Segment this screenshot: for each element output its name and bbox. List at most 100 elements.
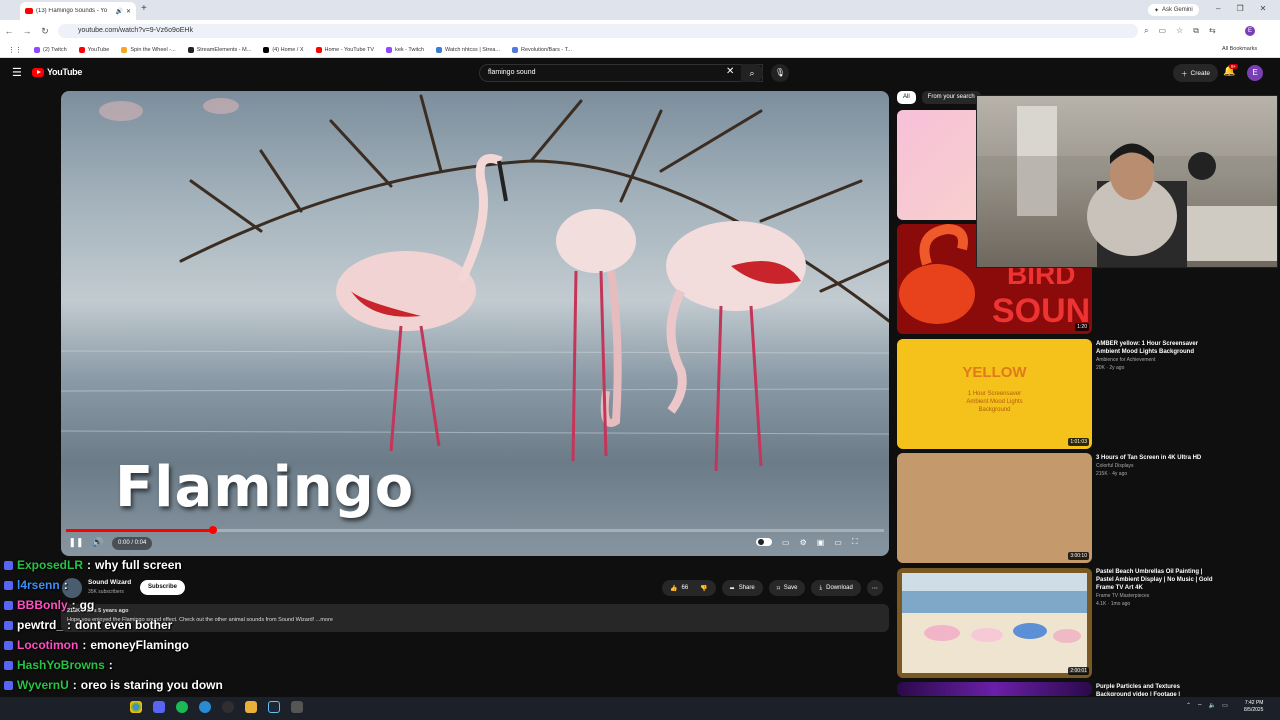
recommendation-thumbnail[interactable]: 2:00:01 — [897, 568, 1092, 678]
browser-profile-avatar[interactable]: E — [1245, 26, 1255, 36]
channel-name[interactable]: Sound Wizard — [88, 579, 131, 586]
network-icon[interactable]: ⌔ — [1197, 702, 1203, 710]
bookmark-item[interactable]: StreamElements - M... — [187, 46, 251, 53]
bookmark-item[interactable]: Revolution/Bars - T... — [512, 46, 572, 53]
volume-icon[interactable]: 🔊 — [92, 537, 103, 548]
bookmark-favicon-icon — [512, 46, 519, 53]
subscribe-button[interactable]: Subscribe — [140, 580, 186, 595]
recommendation-meta[interactable]: Purple Particles and Textures Background… — [1096, 683, 1216, 696]
bookmark-item[interactable]: (2) Twitch — [34, 46, 67, 53]
bookmark-item[interactable]: YouTube — [78, 46, 110, 53]
miniplayer-icon[interactable]: ▣ — [817, 538, 825, 547]
recommendation-channel[interactable]: Colorful Displays — [1096, 463, 1216, 470]
extensions-icon[interactable]: ⧉ — [1193, 26, 1199, 36]
recommendation-channel[interactable]: Ambience for Achievement — [1096, 357, 1216, 364]
video-duration: 2:00:01 — [1068, 667, 1089, 675]
recommendation-channel[interactable]: Frame TV Masterpieces — [1096, 593, 1216, 600]
explorer-icon[interactable] — [245, 701, 257, 713]
settings-app-icon[interactable] — [291, 701, 303, 713]
chat-badge-icon — [4, 660, 13, 670]
recommendation-meta[interactable]: Pastel Beach Umbrellas Oil Painting | Pa… — [1096, 568, 1216, 608]
chat-message: Locotimon: emoneyFlamingo — [4, 638, 189, 652]
captions-icon[interactable]: ▭ — [782, 538, 790, 547]
cast-icon[interactable]: ▭ — [1158, 26, 1166, 36]
bookmark-item[interactable]: kek - Twitch — [386, 46, 424, 53]
bookmark-star-icon[interactable]: ☆ — [1176, 26, 1183, 36]
steam-icon[interactable] — [268, 701, 280, 713]
clear-search-icon[interactable]: ✕ — [726, 66, 734, 77]
chat-badge-icon — [4, 680, 13, 690]
bookmark-label: YouTube — [87, 46, 110, 53]
browser-tab-active[interactable]: (13) Flamingo Sounds - Yo 🔊 ✕ — [20, 2, 136, 20]
speaker-icon[interactable]: 🔊 — [115, 8, 122, 15]
settings-gear-icon[interactable]: ⚙ — [800, 538, 807, 547]
all-bookmarks-button[interactable]: All Bookmarks — [1222, 46, 1257, 52]
voice-search-button[interactable]: 🎙 — [771, 64, 789, 82]
recommendation-title[interactable]: Purple Particles and Textures Background… — [1096, 683, 1216, 696]
speaker-tray-icon[interactable]: 🔈 — [1209, 702, 1216, 710]
chat-badge-icon — [4, 640, 13, 650]
more-actions-button[interactable]: ⋯ — [866, 580, 883, 596]
thumbs-down-icon[interactable]: 👎 — [700, 585, 707, 592]
filter-chip[interactable]: All — [897, 91, 916, 104]
discord-icon[interactable] — [153, 701, 165, 713]
ask-gemini-button[interactable]: ✦ Ask Gemini — [1148, 4, 1199, 16]
address-bar[interactable]: youtube.com/watch?v=9-Vz6o9oEHk — [58, 24, 1138, 38]
chevron-up-icon[interactable]: ⌃ — [1186, 702, 1191, 710]
chat-separator: : — [87, 558, 92, 572]
youtube-logo[interactable]: YouTube — [32, 67, 82, 77]
recommendation-thumbnail[interactable]: YELLOW 1 Hour Screensaver Ambient Mood L… — [897, 339, 1092, 449]
fullscreen-icon[interactable]: ⛶ — [852, 537, 858, 547]
video-overlay-title: Flamingo — [115, 455, 415, 520]
new-tab-button[interactable]: + — [141, 3, 147, 14]
chat-separator: : — [67, 618, 72, 632]
bookmark-item[interactable]: Home - YouTube TV — [315, 46, 375, 53]
zoom-icon[interactable]: ⌕ — [1144, 26, 1148, 36]
chat-username: Locotimon — [17, 638, 79, 652]
pause-icon[interactable]: ❚❚ — [68, 537, 84, 551]
bookmark-item[interactable]: Watch nhtcss | Strea... — [436, 46, 500, 53]
create-button[interactable]: ＋ Create — [1173, 64, 1219, 82]
bookmark-item[interactable]: Spin the Wheel -... — [121, 46, 176, 53]
share-icon: ➦ — [729, 585, 735, 592]
youtube-logo-text: YouTube — [47, 67, 83, 77]
search-input[interactable]: flamingo sound — [479, 64, 763, 82]
forward-icon[interactable]: → — [18, 26, 36, 36]
search-button[interactable]: ⌕ — [741, 64, 763, 82]
reload-icon[interactable]: ↻ — [36, 26, 54, 37]
theater-mode-icon[interactable]: ▭ — [834, 538, 842, 547]
hamburger-menu-icon[interactable]: ☰ — [12, 66, 22, 79]
close-window-icon[interactable]: ✕ — [1260, 4, 1267, 13]
recommendation-title[interactable]: Pastel Beach Umbrellas Oil Painting | Pa… — [1096, 568, 1216, 592]
edge-icon[interactable] — [199, 701, 211, 713]
autoplay-toggle[interactable] — [756, 538, 772, 546]
recommendation-thumbnail[interactable] — [897, 682, 1092, 696]
back-icon[interactable]: ← — [0, 26, 18, 36]
bookmark-item[interactable]: (4) Home / X — [263, 46, 304, 53]
share-button[interactable]: ➦ Share — [721, 580, 763, 596]
recommendation-title[interactable]: 3 Hours of Tan Screen in 4K Ultra HD — [1096, 454, 1216, 462]
apps-icon[interactable]: ⋮⋮ — [8, 46, 22, 54]
taskbar-clock[interactable]: 7:42 PM 8/5/2025 — [1244, 700, 1263, 714]
bookmark-label: Home - YouTube TV — [324, 46, 375, 53]
filter-chip[interactable]: From your search — [921, 91, 981, 104]
youtube-profile-avatar[interactable]: E — [1247, 65, 1263, 81]
like-button[interactable]: 👍 66 👎 — [662, 580, 716, 596]
recommendation-meta[interactable]: AMBER yellow: 1 Hour Screensaver Ambient… — [1096, 340, 1216, 372]
recommendation-thumbnail[interactable]: 3:00:10 — [897, 453, 1092, 563]
reading-icon[interactable]: ⇆ — [1209, 26, 1216, 36]
save-button[interactable]: ⌑ Save — [768, 580, 806, 596]
obs-icon[interactable] — [222, 701, 234, 713]
spotify-icon[interactable] — [176, 701, 188, 713]
streamer-webcam-image — [977, 106, 1277, 267]
chrome-icon[interactable] — [130, 701, 142, 713]
download-button[interactable]: ⤓ Download — [811, 580, 861, 596]
close-tab-icon[interactable]: ✕ — [126, 8, 131, 15]
recommendation-meta[interactable]: 3 Hours of Tan Screen in 4K Ultra HD Col… — [1096, 454, 1216, 478]
maximize-icon[interactable]: ❐ — [1236, 4, 1243, 13]
minimize-icon[interactable]: – — [1216, 4, 1220, 13]
battery-icon[interactable]: ▭ — [1222, 702, 1228, 710]
progress-scrubber-handle[interactable] — [209, 526, 217, 534]
ask-gemini-label: Ask Gemini — [1162, 7, 1193, 13]
recommendation-title[interactable]: AMBER yellow: 1 Hour Screensaver Ambient… — [1096, 340, 1216, 356]
